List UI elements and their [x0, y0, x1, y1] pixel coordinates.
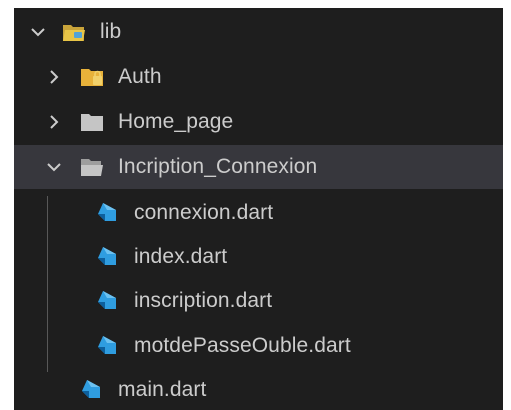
dart-file-icon [96, 334, 120, 358]
tree-item-label: lib [100, 20, 122, 43]
tree-item-inscription-dart[interactable]: inscription.dart [14, 279, 503, 323]
tree-item-connexion-dart[interactable]: connexion.dart [14, 191, 503, 235]
dart-file-icon [96, 245, 120, 269]
tree-item-label: Home_page [118, 110, 234, 133]
tree-item-label: Auth [118, 65, 162, 88]
tree-item-label: motdePasseOuble.dart [134, 334, 351, 357]
tree-item-home-page[interactable]: Home_page [14, 100, 503, 144]
chevron-right-icon[interactable] [44, 67, 64, 87]
tree-item-label: Incription_Connexion [118, 155, 318, 178]
tree-item-label: index.dart [134, 245, 228, 268]
chevron-down-icon[interactable] [44, 157, 64, 177]
tree-item-auth[interactable]: Auth [14, 55, 503, 99]
dart-file-icon [80, 378, 104, 402]
tree-item-label: main.dart [118, 378, 207, 401]
tree-item-incription-connexion[interactable]: Incription_Connexion [14, 145, 503, 189]
folder-lock-icon [80, 65, 104, 89]
tree-item-lib[interactable]: lib [14, 10, 503, 54]
folder-open-icon [80, 155, 104, 179]
chevron-down-icon[interactable] [28, 22, 48, 42]
dart-file-icon [96, 201, 120, 225]
tree-item-label: connexion.dart [134, 201, 274, 224]
tree-item-motdepasseouble-dart[interactable]: motdePasseOuble.dart [14, 324, 503, 368]
file-explorer-tree: lib Auth Home_page Incription_Connexion … [14, 8, 503, 410]
folder-lib-icon [62, 20, 86, 44]
tree-item-main-dart[interactable]: main.dart [14, 368, 503, 410]
folder-icon [80, 110, 104, 134]
tree-item-label: inscription.dart [134, 289, 273, 312]
dart-file-icon [96, 289, 120, 313]
tree-item-index-dart[interactable]: index.dart [14, 235, 503, 279]
chevron-right-icon[interactable] [44, 112, 64, 132]
